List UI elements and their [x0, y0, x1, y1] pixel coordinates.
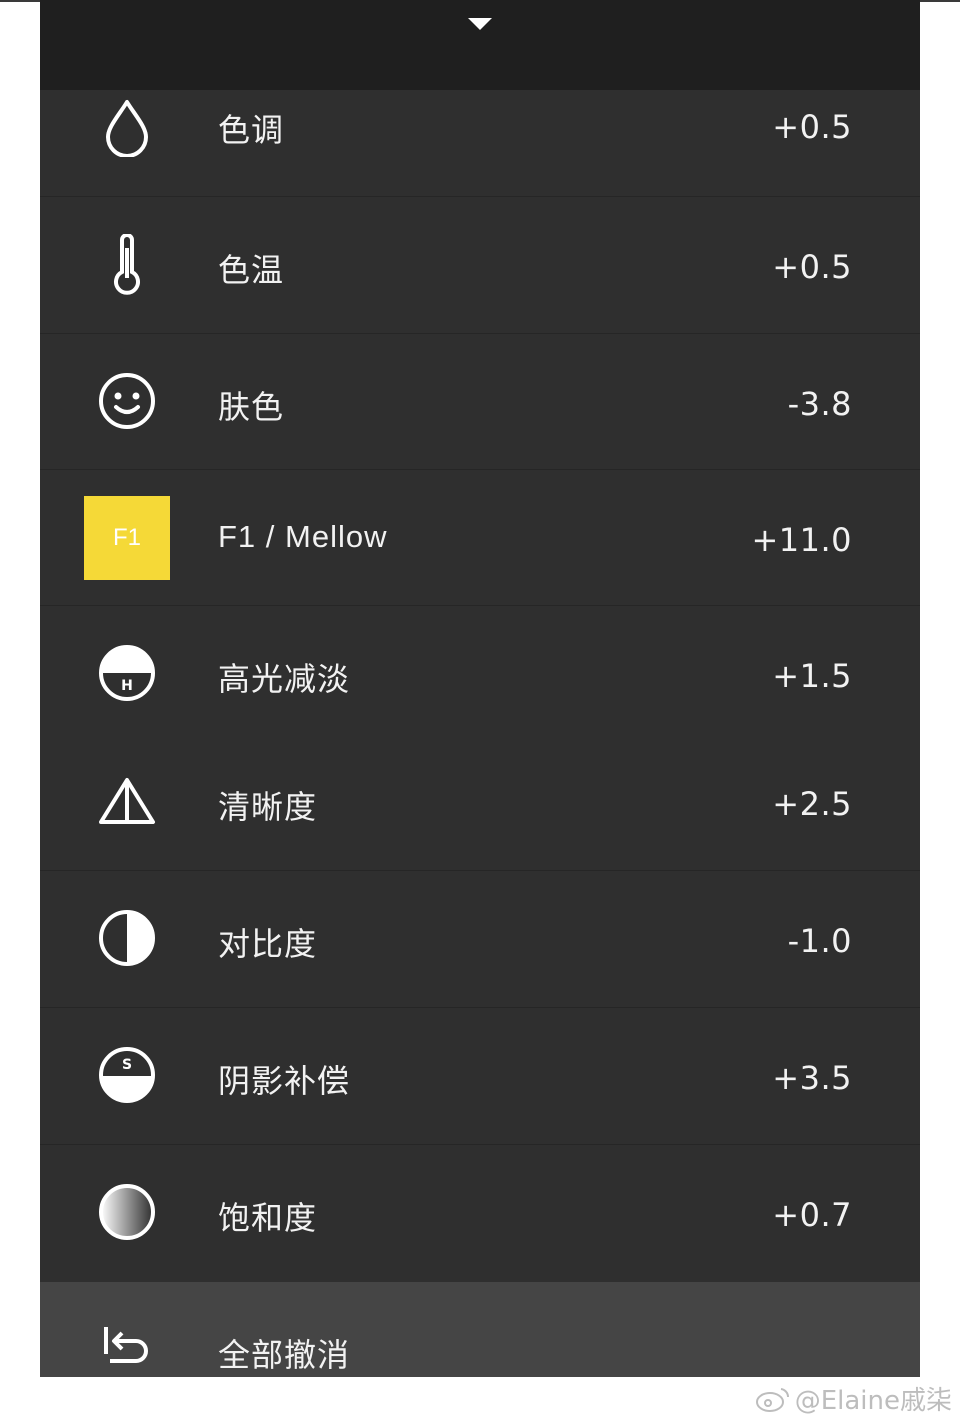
shadow-icon: S: [84, 1032, 170, 1118]
row-label: 清晰度: [218, 788, 318, 826]
row-value: +11.0: [751, 521, 852, 559]
row-value: -3.8: [787, 385, 852, 423]
adjust-row-sharpness[interactable]: 清晰度 +2.5: [40, 734, 920, 871]
half-circle-icon: [84, 895, 170, 981]
row-label: 肤色: [218, 388, 285, 426]
adjust-row-tone[interactable]: 色调 +0.5: [40, 90, 920, 197]
highlight-icon-letter: H: [121, 678, 133, 694]
row-value: +0.5: [772, 108, 852, 146]
smiley-face-icon: [84, 358, 170, 444]
row-value: -1.0: [787, 922, 852, 960]
adjust-row-shadows[interactable]: S 阴影补偿 +3.5: [40, 1008, 920, 1145]
row-label: F1 / Mellow: [218, 519, 388, 554]
undo-icon: [102, 1324, 152, 1368]
row-label: 阴影补偿: [218, 1062, 351, 1100]
watermark: @Elaine戚柒: [755, 1380, 952, 1417]
row-value: +1.5: [772, 657, 852, 695]
weibo-icon: [755, 1387, 789, 1412]
adjust-row-filter[interactable]: F1 F1 / Mellow +11.0: [40, 470, 920, 606]
row-value: +2.5: [772, 785, 852, 823]
droplet-icon: [84, 85, 170, 171]
thermometer-icon: [84, 222, 170, 308]
panel-header: [40, 0, 920, 90]
row-label: 对比度: [218, 925, 318, 963]
row-value: +3.5: [772, 1059, 852, 1097]
row-label: 饱和度: [218, 1199, 318, 1237]
row-value: +0.5: [772, 248, 852, 286]
row-label: 高光减淡: [218, 660, 351, 698]
adjust-row-saturation[interactable]: 饱和度 +0.7: [40, 1145, 920, 1281]
highlight-icon: H: [84, 630, 170, 716]
row-label: 色温: [218, 251, 285, 289]
filter-badge-label: F1: [84, 496, 170, 580]
filter-badge: F1: [84, 495, 170, 581]
row-value: +0.7: [772, 1196, 852, 1234]
reset-all-label: 全部撤消: [218, 1336, 351, 1374]
adjust-row-highlights[interactable]: H 高光减淡 +1.5: [40, 606, 920, 734]
reset-all-button[interactable]: 全部撤消: [40, 1282, 920, 1377]
triangle-icon: [84, 758, 170, 844]
shadow-icon-letter: S: [122, 1057, 132, 1073]
row-label: 色调: [218, 111, 285, 149]
adjust-row-temperature[interactable]: 色温 +0.5: [40, 197, 920, 334]
watermark-text: @Elaine戚柒: [794, 1386, 952, 1416]
adjust-row-skin[interactable]: 肤色 -3.8: [40, 334, 920, 470]
collapse-button[interactable]: [456, 8, 504, 40]
caret-down-icon: [468, 18, 492, 30]
adjustment-panel: 色调 +0.5 色温 +0.5 肤色 -3.8 F1 F1 / Mellow +…: [40, 0, 920, 1377]
adjust-row-contrast[interactable]: 对比度 -1.0: [40, 871, 920, 1008]
gradient-circle-icon: [84, 1169, 170, 1255]
